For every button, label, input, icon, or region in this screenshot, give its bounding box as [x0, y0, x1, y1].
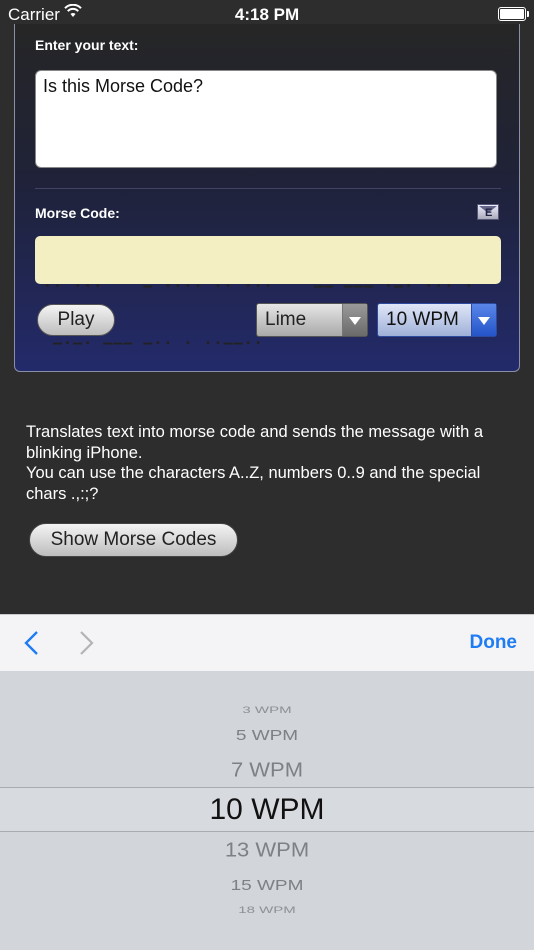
- color-select-value: Lime: [265, 309, 307, 330]
- speed-select[interactable]: 10 WPM: [377, 303, 497, 337]
- description: Translates text into morse code and send…: [26, 422, 516, 504]
- morse-label: Morse Code:: [35, 205, 120, 221]
- clock: 4:18 PM: [234, 5, 300, 24]
- battery-icon: [498, 7, 529, 21]
- picker-option[interactable]: 7 WPM: [0, 759, 534, 780]
- play-button[interactable]: Play: [37, 304, 115, 336]
- picker-option[interactable]: 18 WPM: [0, 906, 534, 915]
- chevron-down-icon: [471, 304, 496, 336]
- picker-option-selected[interactable]: 10 WPM: [0, 795, 534, 825]
- description-line-1: Translates text into morse code and send…: [26, 423, 484, 462]
- divider: [35, 188, 501, 189]
- color-select[interactable]: Lime: [256, 303, 368, 337]
- picker-option[interactable]: 15 WPM: [0, 878, 534, 893]
- show-morse-codes-button[interactable]: Show Morse Codes: [29, 523, 238, 557]
- speed-picker[interactable]: 3 WPM 5 WPM 7 WPM 10 WPM 13 WPM 15 WPM 18 WPM: [0, 671, 534, 950]
- email-icon[interactable]: E: [477, 204, 499, 220]
- input-label: Enter your text:: [35, 37, 139, 53]
- picker-option[interactable]: 5 WPM: [0, 728, 534, 743]
- email-icon-letter: E: [485, 207, 493, 219]
- speed-select-value: 10 WPM: [386, 309, 459, 330]
- description-line-2: You can use the characters A..Z, numbers…: [26, 464, 481, 503]
- picker-toolbar: Done: [0, 614, 534, 671]
- picker-option[interactable]: 3 WPM: [0, 706, 534, 715]
- picker-option[interactable]: 13 WPM: [0, 839, 534, 860]
- chevron-right-icon[interactable]: [76, 630, 96, 656]
- done-button[interactable]: Done: [470, 632, 518, 654]
- translator-panel: Enter your text: Is this Morse Code? Mor…: [14, 24, 520, 372]
- morse-output: ·· ··· – ···· ·· ··· –– ––– ·–· ··· · –·…: [35, 236, 501, 352]
- morse-line-1: ·· ··· – ···· ·· ··· –– ––– ·–· ··· ·: [43, 277, 475, 295]
- chevron-left-icon[interactable]: [22, 630, 42, 656]
- text-input[interactable]: Is this Morse Code?: [35, 70, 497, 168]
- chevron-down-icon: [342, 304, 367, 336]
